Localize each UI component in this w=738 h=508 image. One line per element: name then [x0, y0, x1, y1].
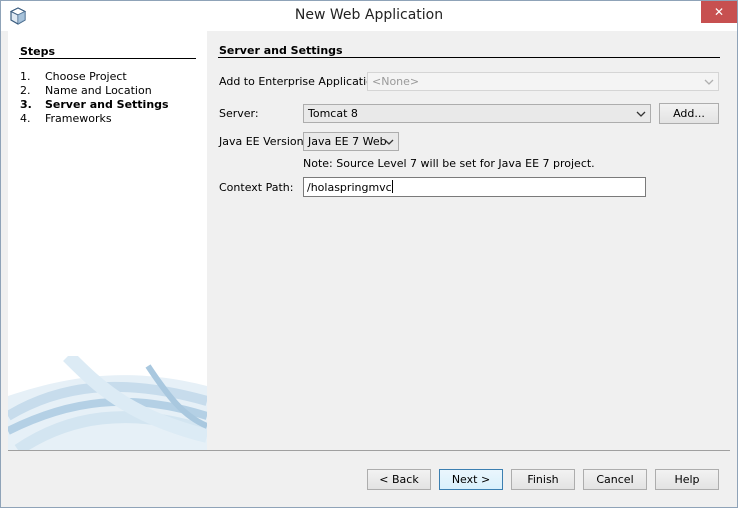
step-label: Choose Project — [45, 70, 127, 83]
source-level-note: Note: Source Level 7 will be set for Jav… — [303, 157, 595, 170]
context-path-label: Context Path: — [219, 181, 294, 194]
window-title: New Web Application — [294, 7, 444, 23]
javaee-version-label: Java EE Version: — [219, 135, 308, 148]
step-label: Name and Location — [45, 84, 152, 97]
title-bar[interactable]: New Web Application ✕ — [1, 1, 737, 31]
chevron-down-icon — [384, 139, 394, 145]
step-frameworks: 4. Frameworks — [20, 112, 112, 125]
context-path-input[interactable]: /holaspringmvc — [303, 177, 646, 197]
step-choose-project: 1. Choose Project — [20, 70, 127, 83]
finish-button[interactable]: Finish — [511, 469, 575, 490]
enterprise-app-combo: <None> — [367, 72, 719, 91]
bottom-divider — [8, 450, 730, 451]
step-name-and-location: 2. Name and Location — [20, 84, 152, 97]
decorative-swoosh-graphic — [8, 356, 207, 450]
javaee-version-combo[interactable]: Java EE 7 Web — [303, 132, 399, 151]
cancel-button[interactable]: Cancel — [583, 469, 647, 490]
steps-divider — [19, 58, 196, 59]
chevron-down-icon — [704, 79, 714, 85]
server-label: Server: — [219, 107, 259, 120]
back-button[interactable]: < Back — [367, 469, 431, 490]
close-icon: ✕ — [713, 5, 725, 19]
wizard-window: New Web Application ✕ Steps 1. Choose Pro… — [0, 0, 738, 508]
next-button[interactable]: Next > — [439, 469, 503, 490]
server-combo[interactable]: Tomcat 8 — [303, 104, 651, 123]
step-server-and-settings: 3. Server and Settings — [20, 98, 169, 111]
chevron-down-icon — [636, 111, 646, 117]
step-number: 2. — [20, 84, 31, 97]
step-number: 4. — [20, 112, 31, 125]
step-number: 3. — [20, 98, 32, 111]
text-caret — [391, 180, 393, 193]
enterprise-app-label: Add to Enterprise Application: — [219, 75, 384, 88]
steps-title: Steps — [20, 45, 56, 58]
add-server-button[interactable]: Add... — [659, 103, 719, 124]
context-path-value: /holaspringmvc — [307, 181, 392, 194]
server-value: Tomcat 8 — [308, 107, 358, 120]
close-button[interactable]: ✕ — [701, 1, 737, 23]
help-button[interactable]: Help — [655, 469, 719, 490]
section-divider — [218, 57, 720, 58]
steps-panel: Steps 1. Choose Project 2. Name and Locati… — [8, 31, 207, 450]
step-label: Frameworks — [45, 112, 112, 125]
step-label: Server and Settings — [45, 98, 169, 111]
step-number: 1. — [20, 70, 31, 83]
section-title: Server and Settings — [219, 44, 343, 57]
enterprise-app-value: <None> — [372, 75, 420, 88]
javaee-version-value: Java EE 7 Web — [308, 135, 387, 148]
